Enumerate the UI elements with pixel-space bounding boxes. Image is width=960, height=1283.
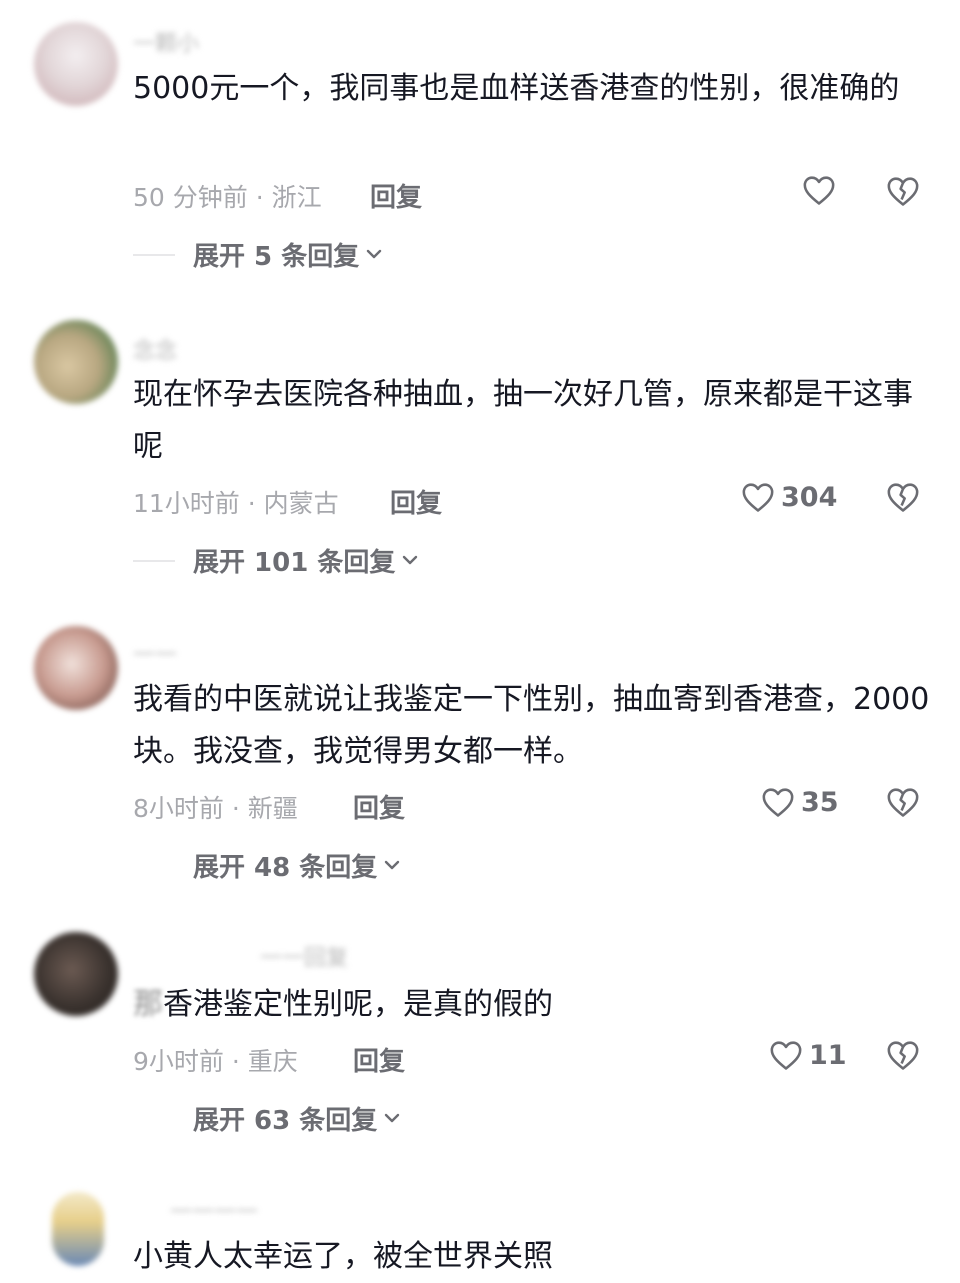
expand-replies-label: 展开 101 条回复 <box>193 548 396 578</box>
like-count: 11 <box>809 1039 847 1071</box>
reply-button[interactable]: 回复 <box>390 483 442 520</box>
dislike-button[interactable] <box>886 786 920 818</box>
comment-time-location: 9小时前 · 重庆 <box>133 1047 298 1076</box>
reply-button[interactable]: 回复 <box>353 788 405 825</box>
divider <box>133 1118 175 1120</box>
divider <box>133 865 175 867</box>
comment-time-location: 11小时前 · 内蒙古 <box>133 489 339 518</box>
expand-replies[interactable]: 展开 63 条回复 <box>133 1100 401 1137</box>
heart-outline-icon <box>802 174 836 206</box>
heart-outline-icon <box>741 481 775 513</box>
reply-button[interactable]: 回复 <box>353 1041 405 1078</box>
expand-replies[interactable]: 展开 101 条回复 <box>133 542 419 579</box>
username[interactable]: 念念 <box>133 333 177 364</box>
heart-outline-icon <box>769 1039 803 1071</box>
avatar[interactable] <box>34 932 118 1016</box>
like-count: 35 <box>801 786 839 818</box>
divider <box>133 559 175 562</box>
username[interactable]: 一一 <box>133 637 177 668</box>
expand-replies-label: 展开 63 条回复 <box>193 1106 378 1136</box>
expand-replies[interactable]: 展开 48 条回复 <box>133 847 401 884</box>
like-button[interactable]: 304 <box>741 481 837 513</box>
chevron-down-icon <box>365 245 383 264</box>
expand-replies[interactable]: 展开 5 条回复 <box>133 236 383 273</box>
comment-text: 那香港鉴定性别呢，是真的假的 <box>133 979 933 1031</box>
chevron-down-icon <box>401 551 419 570</box>
comment-text: 小黄人太幸运了，被全世界关照 <box>133 1239 553 1274</box>
username[interactable]: 一一一一 <box>170 1194 258 1225</box>
comment-text: 现在怀孕去医院各种抽血，抽一次好几管，原来都是干这事呢 <box>133 377 913 464</box>
broken-heart-icon <box>886 786 920 818</box>
comment-time-location: 50 分钟前 · 浙江 <box>133 183 322 212</box>
heart-outline-icon <box>761 786 795 818</box>
username[interactable]: 一一回复 <box>260 940 348 971</box>
broken-heart-icon <box>886 175 920 207</box>
dislike-button[interactable] <box>886 481 920 513</box>
blurred-text: 那 <box>133 987 163 1022</box>
like-button[interactable]: 35 <box>761 786 839 818</box>
comment-text: 5000元一个，我同事也是血样送香港查的性别，很准确的 <box>133 71 900 106</box>
like-count: 304 <box>781 481 838 513</box>
broken-heart-icon <box>886 1039 920 1071</box>
avatar[interactable] <box>34 22 118 106</box>
expand-replies-label: 展开 48 条回复 <box>193 853 378 883</box>
avatar[interactable] <box>34 320 118 404</box>
avatar[interactable] <box>34 626 118 710</box>
avatar[interactable] <box>52 1192 104 1266</box>
dislike-button[interactable] <box>886 1039 920 1071</box>
like-button[interactable]: 11 <box>769 1039 847 1071</box>
reply-button[interactable]: 回复 <box>370 177 422 214</box>
broken-heart-icon <box>886 481 920 513</box>
comment-text: 我看的中医就说让我鉴定一下性别，抽血寄到香港查，2000块。我没查，我觉得男女都… <box>133 682 930 769</box>
chevron-down-icon <box>383 856 401 875</box>
comment-text-visible: 香港鉴定性别呢，是真的假的 <box>163 987 553 1022</box>
divider <box>133 253 175 256</box>
username[interactable]: 一颗小 <box>133 26 199 57</box>
like-button[interactable] <box>802 174 836 206</box>
chevron-down-icon <box>383 1109 401 1128</box>
dislike-button[interactable] <box>886 175 920 207</box>
comment-time-location: 8小时前 · 新疆 <box>133 794 298 823</box>
expand-replies-label: 展开 5 条回复 <box>193 242 360 272</box>
